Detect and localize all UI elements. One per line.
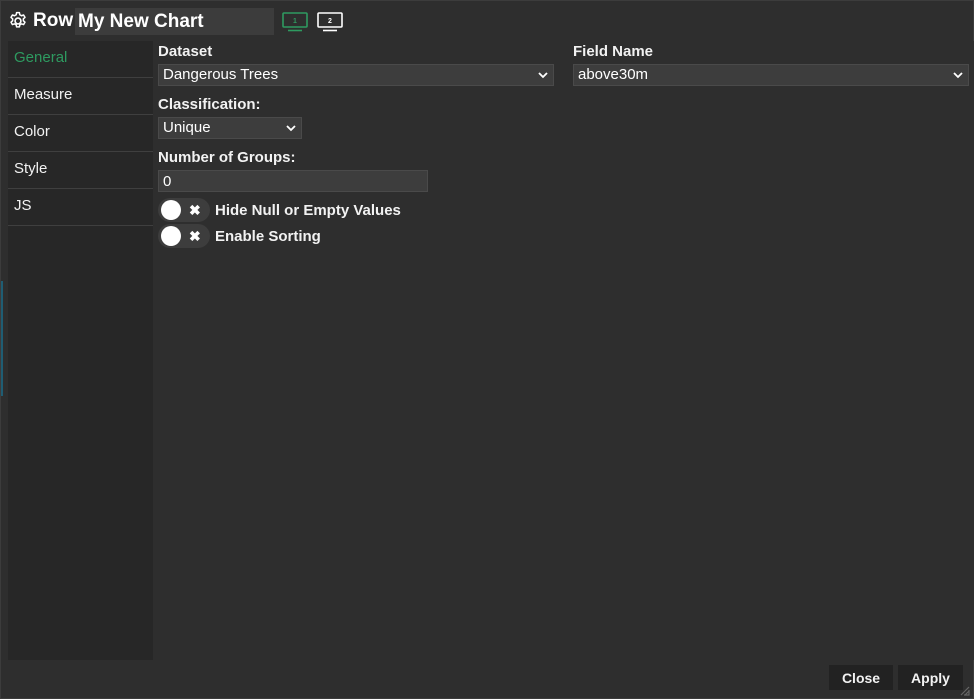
- sidebar-item-measure[interactable]: Measure: [8, 78, 153, 115]
- resize-grip-icon[interactable]: [959, 685, 971, 697]
- hide-null-toggle[interactable]: ✖: [158, 198, 210, 222]
- toggle-knob: [161, 226, 181, 246]
- sidebar-item-general[interactable]: General: [8, 41, 153, 78]
- monitor-2-number: 2: [328, 18, 332, 25]
- field-name-select[interactable]: above30m: [573, 64, 969, 86]
- dataset-value: Dangerous Trees: [163, 66, 279, 83]
- chart-name-input[interactable]: [75, 8, 274, 35]
- monitor-2-icon[interactable]: 2: [317, 12, 343, 32]
- groups-label: Number of Groups:: [158, 149, 296, 166]
- sidebar: General Measure Color Style JS: [8, 41, 153, 660]
- groups-input[interactable]: [158, 170, 428, 192]
- general-settings-panel: Dataset Dangerous Trees Field Name above…: [153, 41, 974, 660]
- title-bar: Row 1 2: [1, 1, 974, 41]
- hide-null-label: Hide Null or Empty Values: [215, 202, 401, 219]
- sidebar-item-js[interactable]: JS: [8, 189, 153, 226]
- chevron-down-icon: [538, 72, 548, 79]
- x-icon: ✖: [189, 228, 201, 244]
- field-name-label: Field Name: [573, 43, 654, 60]
- dataset-select[interactable]: Dangerous Trees: [158, 64, 554, 86]
- close-button[interactable]: Close: [829, 665, 893, 690]
- chevron-down-icon: [953, 72, 963, 79]
- classification-value: Unique: [163, 119, 211, 136]
- enable-sorting-label: Enable Sorting: [215, 228, 321, 245]
- sidebar-item-style[interactable]: Style: [8, 152, 153, 189]
- field-name-value: above30m: [578, 66, 649, 83]
- chevron-down-icon: [286, 125, 296, 132]
- sidebar-item-color[interactable]: Color: [8, 115, 153, 152]
- dataset-label: Dataset: [158, 43, 213, 60]
- monitor-1-icon[interactable]: 1: [282, 12, 308, 32]
- chart-settings-dialog: Row 1 2 General Measure Color Style JS D…: [0, 0, 974, 699]
- enable-sorting-toggle[interactable]: ✖: [158, 224, 210, 248]
- classification-label: Classification:: [158, 96, 261, 113]
- toggle-knob: [161, 200, 181, 220]
- x-icon: ✖: [189, 202, 201, 218]
- left-edge-accent: [1, 281, 3, 396]
- apply-button[interactable]: Apply: [898, 665, 963, 690]
- monitor-1-number: 1: [293, 18, 297, 25]
- classification-select[interactable]: Unique: [158, 117, 302, 139]
- chart-type-label: Row: [33, 10, 74, 31]
- gear-icon[interactable]: [8, 11, 28, 31]
